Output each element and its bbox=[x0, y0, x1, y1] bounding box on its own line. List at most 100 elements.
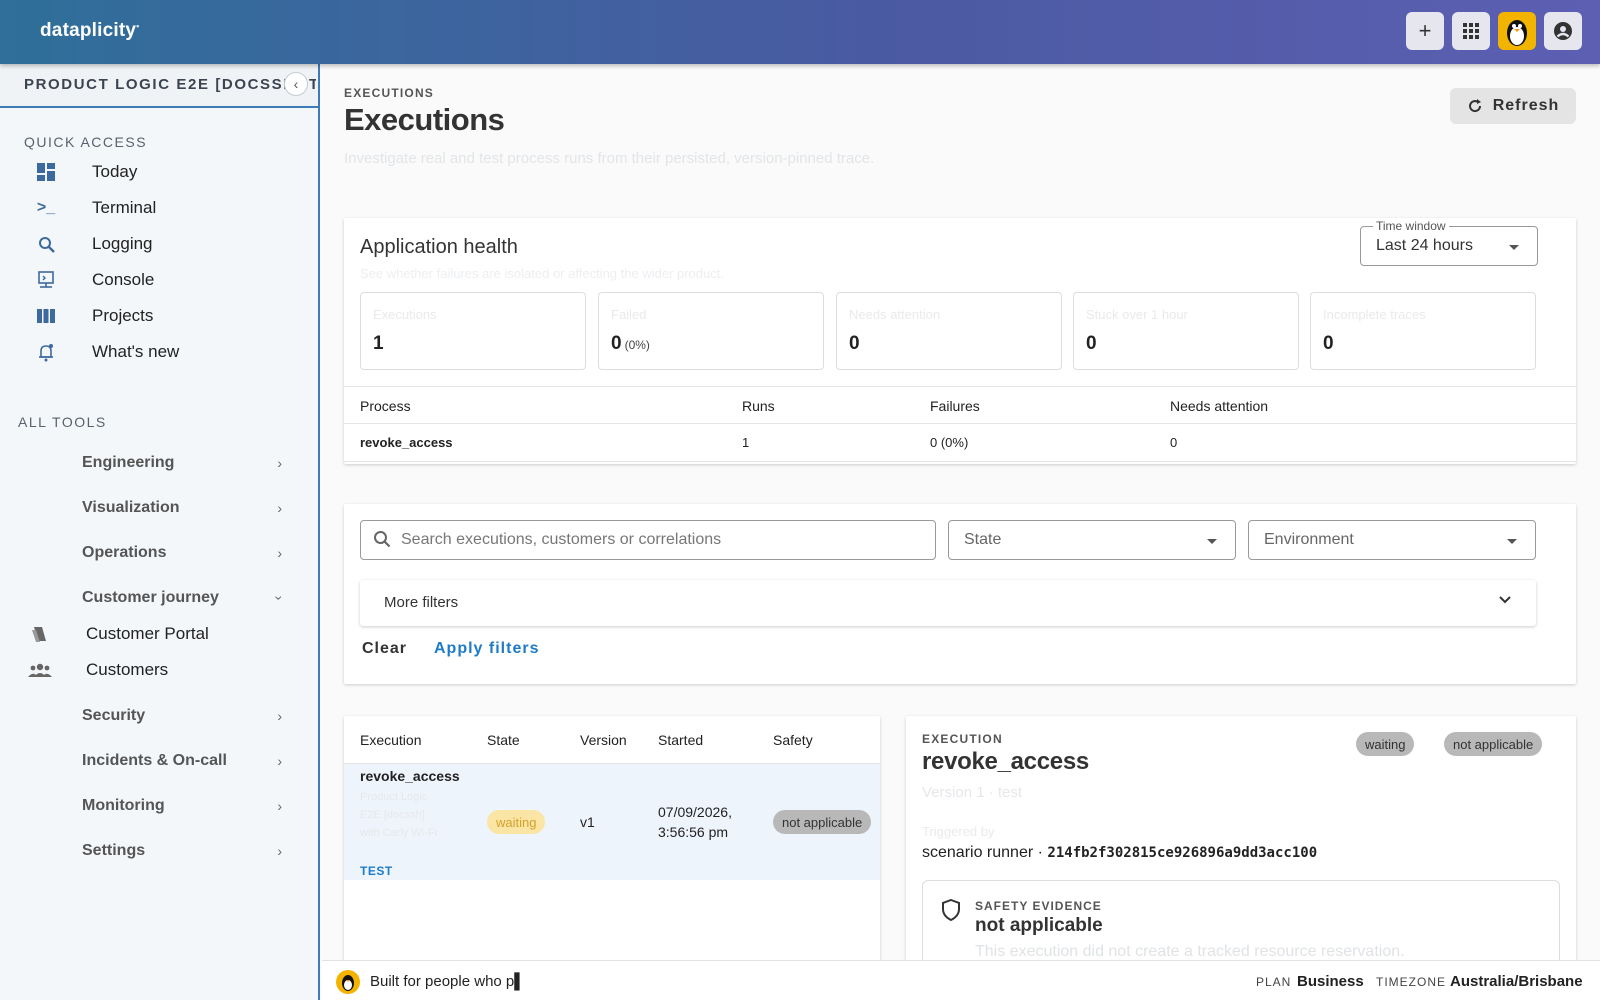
chevron-left-icon: ‹ bbox=[293, 76, 299, 92]
device-avatar-button[interactable] bbox=[1498, 12, 1536, 50]
sidebar-item-customer-portal[interactable]: Customer Portal bbox=[28, 620, 209, 648]
footer-tagline: Built for people who p▌ bbox=[370, 973, 525, 990]
sidebar-item-whats-new[interactable]: What's new bbox=[36, 338, 179, 366]
org-selector[interactable]: PRODUCT LOGIC E2E [DOCSSHOTS] ‹ bbox=[0, 64, 318, 108]
account-button[interactable] bbox=[1544, 12, 1582, 50]
collapse-sidebar-button[interactable]: ‹ bbox=[284, 72, 308, 96]
people-icon bbox=[28, 660, 52, 680]
trigger-id: 214fb2f302815ce926896a9dd3acc100 bbox=[1047, 845, 1318, 861]
table-row[interactable]: revoke_access 1 0 (0%) 0 bbox=[344, 424, 1576, 462]
sidebar-item-console[interactable]: Console bbox=[36, 266, 154, 294]
tool-group-engineering[interactable]: Engineering › bbox=[82, 448, 282, 478]
triggered-by: scenario runner · 214fb2f302815ce926896a… bbox=[922, 844, 1317, 862]
tool-group-incidents[interactable]: Incidents & On-call › bbox=[82, 746, 282, 776]
account-circle-icon bbox=[1554, 22, 1572, 40]
refresh-button[interactable]: Refresh bbox=[1450, 88, 1576, 124]
dropdown-arrow-icon bbox=[1509, 245, 1519, 250]
chevron-down-icon bbox=[1498, 592, 1512, 610]
application-health-card: Application health See whether failures … bbox=[344, 218, 1576, 464]
footer: Built for people who p▌ PLAN Business TI… bbox=[322, 960, 1600, 1000]
dropdown-arrow-icon bbox=[1207, 539, 1217, 544]
time-window-value: Last 24 hours bbox=[1376, 237, 1473, 254]
sidebar: PRODUCT LOGIC E2E [DOCSSHOTS] ‹ QUICK AC… bbox=[0, 64, 320, 1000]
state-select[interactable]: State bbox=[948, 520, 1236, 560]
sidebar-item-customers[interactable]: Customers bbox=[28, 656, 168, 684]
metric-value: 0 bbox=[1086, 333, 1097, 355]
tool-group-label: Engineering bbox=[82, 454, 175, 471]
tool-group-visualization[interactable]: Visualization › bbox=[82, 493, 282, 523]
process-name: revoke_access bbox=[360, 435, 453, 450]
state-placeholder: State bbox=[964, 531, 1002, 548]
tool-group-settings[interactable]: Settings › bbox=[82, 836, 282, 866]
add-button[interactable]: + bbox=[1406, 12, 1444, 50]
executions-table: Execution State Version Started Safety r… bbox=[344, 716, 880, 976]
time-window-select[interactable]: Time window Last 24 hours bbox=[1360, 219, 1538, 266]
shield-icon bbox=[941, 898, 961, 926]
safety-evidence-label: SAFETY EVIDENCE bbox=[975, 899, 1102, 913]
tool-group-label: Security bbox=[82, 707, 146, 724]
sidebar-item-today[interactable]: Today bbox=[36, 158, 137, 186]
top-actions: + bbox=[1406, 12, 1582, 50]
sidebar-item-label: Today bbox=[92, 162, 138, 181]
sidebar-item-label: What's new bbox=[92, 342, 180, 361]
health-table-header: Process Runs Failures Needs attention bbox=[344, 386, 1576, 424]
sidebar-item-projects[interactable]: Projects bbox=[36, 302, 153, 330]
grid-icon bbox=[1463, 23, 1479, 39]
tool-group-label: Customer journey bbox=[82, 589, 219, 606]
logo[interactable]: dataplicity• bbox=[40, 20, 140, 42]
tool-group-monitoring[interactable]: Monitoring › bbox=[82, 791, 282, 821]
plus-icon: + bbox=[1418, 18, 1432, 43]
refresh-label: Refresh bbox=[1492, 97, 1560, 114]
metric-value: 0 bbox=[849, 333, 860, 355]
sidebar-item-logging[interactable]: Logging bbox=[36, 230, 153, 258]
tool-group-label: Visualization bbox=[82, 499, 180, 516]
column-header: Process bbox=[360, 398, 411, 414]
sidebar-item-label: Logging bbox=[92, 234, 153, 253]
tool-group-security[interactable]: Security › bbox=[82, 701, 282, 731]
tool-group-customer-journey[interactable]: Customer journey › bbox=[82, 583, 288, 613]
column-header: State bbox=[487, 732, 520, 748]
plan-value: Business bbox=[1297, 973, 1364, 990]
metric-value: 1 bbox=[373, 333, 384, 355]
health-subtitle: See whether failures are isolated or aff… bbox=[360, 266, 724, 281]
chevron-right-icon: › bbox=[277, 455, 282, 471]
main-content: EXECUTIONS Executions Investigate real a… bbox=[322, 64, 1600, 976]
apply-filters-button[interactable]: Apply filters bbox=[434, 640, 539, 658]
sidebar-item-label: Customer Portal bbox=[86, 624, 209, 643]
execution-version: v1 bbox=[580, 814, 595, 830]
more-filters-accordion[interactable]: More filters bbox=[360, 580, 1536, 626]
metric-stuck: Stuck over 1 hour 0 bbox=[1073, 292, 1299, 370]
detail-eyebrow: EXECUTION bbox=[922, 732, 1003, 746]
safety-badge: not applicable bbox=[1444, 732, 1543, 756]
tool-group-operations[interactable]: Operations › bbox=[82, 538, 282, 568]
metric-number: 0 bbox=[849, 333, 860, 354]
apps-button[interactable] bbox=[1452, 12, 1490, 50]
terminal-icon: >_ bbox=[36, 199, 56, 216]
penguin-icon bbox=[1507, 20, 1527, 46]
chevron-right-icon: › bbox=[277, 843, 282, 859]
column-header: Execution bbox=[360, 732, 422, 748]
logo-mark: • bbox=[136, 20, 140, 31]
metric-percent: (0%) bbox=[624, 338, 650, 352]
search-placeholder: Search executions, customers or correlat… bbox=[401, 531, 722, 548]
search-input[interactable]: Search executions, customers or correlat… bbox=[360, 520, 936, 560]
environment-tag: TEST bbox=[360, 864, 393, 878]
column-header: Runs bbox=[742, 398, 775, 414]
execution-started: 07/09/2026, 3:56:56 pm bbox=[658, 802, 732, 842]
environment-select[interactable]: Environment bbox=[1248, 520, 1536, 560]
table-row[interactable]: revoke_access Product Logic E2E [docssh]… bbox=[344, 764, 880, 880]
column-header: Safety bbox=[773, 732, 813, 748]
bell-icon bbox=[36, 342, 56, 362]
dashboard-icon bbox=[36, 162, 56, 182]
org-name: PRODUCT LOGIC E2E [DOCSSHOTS] bbox=[24, 76, 316, 93]
columns-icon bbox=[36, 306, 56, 326]
clear-button[interactable]: Clear bbox=[362, 640, 407, 658]
page-eyebrow: EXECUTIONS bbox=[344, 86, 435, 100]
triggered-by-label: Triggered by bbox=[922, 824, 995, 839]
chevron-down-icon: › bbox=[271, 595, 288, 601]
metric-label: Stuck over 1 hour bbox=[1086, 307, 1188, 322]
tool-group-label: Operations bbox=[82, 544, 167, 561]
sidebar-item-label: Customers bbox=[86, 660, 169, 679]
metric-failed: Failed 0 (0%) bbox=[598, 292, 824, 370]
sidebar-item-terminal[interactable]: >_ Terminal bbox=[36, 194, 156, 222]
